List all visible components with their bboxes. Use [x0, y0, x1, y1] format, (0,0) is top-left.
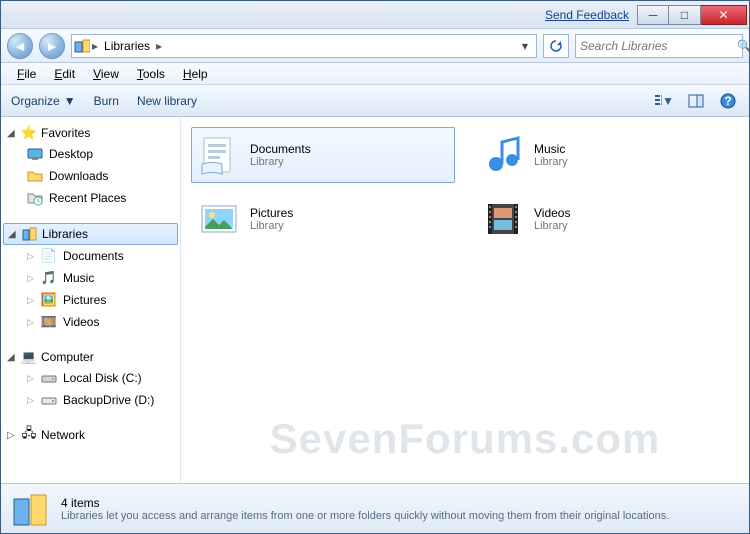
refresh-button[interactable] — [543, 34, 569, 58]
breadcrumb-separator[interactable]: ▸ — [90, 39, 100, 53]
expand-icon: ▷ — [27, 251, 35, 262]
libraries-icon — [22, 226, 38, 242]
sidebar-item-pictures[interactable]: ▷🖼️Pictures — [3, 289, 178, 311]
computer-header[interactable]: ◢ 💻 Computer — [3, 347, 178, 367]
preview-pane-button[interactable] — [685, 90, 707, 112]
sidebar-item-desktop[interactable]: Desktop — [3, 143, 178, 165]
details-description: Libraries let you access and arrange ite… — [61, 510, 669, 522]
close-button[interactable]: ✕ — [701, 5, 747, 25]
maximize-button[interactable]: □ — [669, 5, 701, 25]
menu-edit[interactable]: Edit — [46, 65, 83, 83]
address-bar[interactable]: ▸ Libraries ▸ ▾ — [71, 34, 537, 58]
libraries-icon — [74, 38, 90, 54]
sidebar-item-downloads[interactable]: Downloads — [3, 165, 178, 187]
expand-icon: ▷ — [27, 273, 35, 284]
address-dropdown[interactable]: ▾ — [516, 39, 534, 53]
menu-file[interactable]: File — [9, 65, 44, 83]
drive-icon — [41, 392, 57, 408]
pictures-icon: 🖼️ — [41, 292, 57, 308]
library-item-videos[interactable]: VideosLibrary — [475, 191, 739, 247]
sidebar-item-local-disk[interactable]: ▷Local Disk (C:) — [3, 367, 178, 389]
navigation-pane: ◢ ⭐ Favorites Desktop Downloads Recent P… — [1, 117, 181, 483]
star-icon: ⭐ — [21, 125, 37, 141]
breadcrumb-libraries[interactable]: Libraries — [100, 39, 154, 53]
minimize-button[interactable]: ─ — [637, 5, 669, 25]
svg-text:?: ? — [724, 94, 731, 108]
sidebar-item-documents[interactable]: ▷📄Documents — [3, 245, 178, 267]
library-item-pictures[interactable]: PicturesLibrary — [191, 191, 455, 247]
view-icon — [654, 93, 662, 109]
network-label: Network — [41, 428, 85, 442]
favorites-label: Favorites — [41, 126, 90, 140]
videos-icon — [482, 198, 524, 240]
network-header[interactable]: ▷ 🖧 Network — [3, 425, 178, 445]
expand-icon: ▷ — [27, 373, 35, 384]
titlebar: Send Feedback ─ □ ✕ — [1, 1, 749, 29]
favorites-header[interactable]: ◢ ⭐ Favorites — [3, 123, 178, 143]
burn-button[interactable]: Burn — [94, 94, 119, 108]
command-bar: Organize ▼ Burn New library ▼ ? — [1, 85, 749, 117]
expand-icon: ▷ — [27, 295, 35, 306]
libraries-label: Libraries — [42, 227, 88, 241]
menu-help[interactable]: Help — [175, 65, 216, 83]
collapse-icon: ◢ — [7, 352, 17, 363]
library-item-documents[interactable]: DocumentsLibrary — [191, 127, 455, 183]
refresh-icon — [549, 39, 563, 53]
back-button[interactable]: ◄ — [7, 33, 33, 59]
item-count: 4 items — [61, 496, 669, 510]
send-feedback-link[interactable]: Send Feedback — [545, 8, 629, 22]
videos-icon: 🎞️ — [41, 314, 57, 330]
pictures-icon — [198, 198, 240, 240]
sidebar-item-backup-drive[interactable]: ▷BackupDrive (D:) — [3, 389, 178, 411]
pane-icon — [688, 93, 704, 109]
network-icon: 🖧 — [21, 427, 37, 443]
help-icon: ? — [720, 93, 736, 109]
forward-button[interactable]: ► — [39, 33, 65, 59]
search-input[interactable] — [580, 39, 737, 53]
organize-button[interactable]: Organize ▼ — [11, 94, 76, 108]
computer-label: Computer — [41, 350, 94, 364]
view-options-button[interactable]: ▼ — [653, 90, 675, 112]
watermark: SevenForums.com — [270, 415, 661, 463]
content-pane: DocumentsLibrary MusicLibrary PicturesLi… — [181, 117, 749, 483]
libraries-header[interactable]: ◢ Libraries — [3, 223, 178, 245]
breadcrumb-separator[interactable]: ▸ — [154, 39, 164, 53]
collapse-icon: ◢ — [8, 229, 18, 240]
expand-icon: ▷ — [27, 395, 35, 406]
menu-view[interactable]: View — [85, 65, 127, 83]
menu-bar: File Edit View Tools Help — [1, 63, 749, 85]
music-icon: 🎵 — [41, 270, 57, 286]
search-box[interactable]: 🔍 — [575, 34, 743, 58]
desktop-icon — [27, 146, 43, 162]
menu-tools[interactable]: Tools — [129, 65, 173, 83]
libraries-icon — [11, 489, 51, 529]
document-icon: 📄 — [41, 248, 57, 264]
sidebar-item-recent[interactable]: Recent Places — [3, 187, 178, 209]
help-button[interactable]: ? — [717, 90, 739, 112]
music-icon — [482, 134, 524, 176]
expand-icon: ▷ — [7, 430, 17, 441]
expand-icon: ▷ — [27, 317, 35, 328]
recent-icon — [27, 190, 43, 206]
search-icon: 🔍 — [737, 39, 750, 53]
sidebar-item-music[interactable]: ▷🎵Music — [3, 267, 178, 289]
folder-icon — [27, 168, 43, 184]
library-item-music[interactable]: MusicLibrary — [475, 127, 739, 183]
drive-icon — [41, 370, 57, 386]
details-pane: 4 items Libraries let you access and arr… — [1, 483, 749, 533]
computer-icon: 💻 — [21, 349, 37, 365]
collapse-icon: ◢ — [7, 128, 17, 139]
new-library-button[interactable]: New library — [137, 94, 197, 108]
navigation-bar: ◄ ► ▸ Libraries ▸ ▾ 🔍 — [1, 29, 749, 63]
sidebar-item-videos[interactable]: ▷🎞️Videos — [3, 311, 178, 333]
documents-icon — [198, 134, 240, 176]
